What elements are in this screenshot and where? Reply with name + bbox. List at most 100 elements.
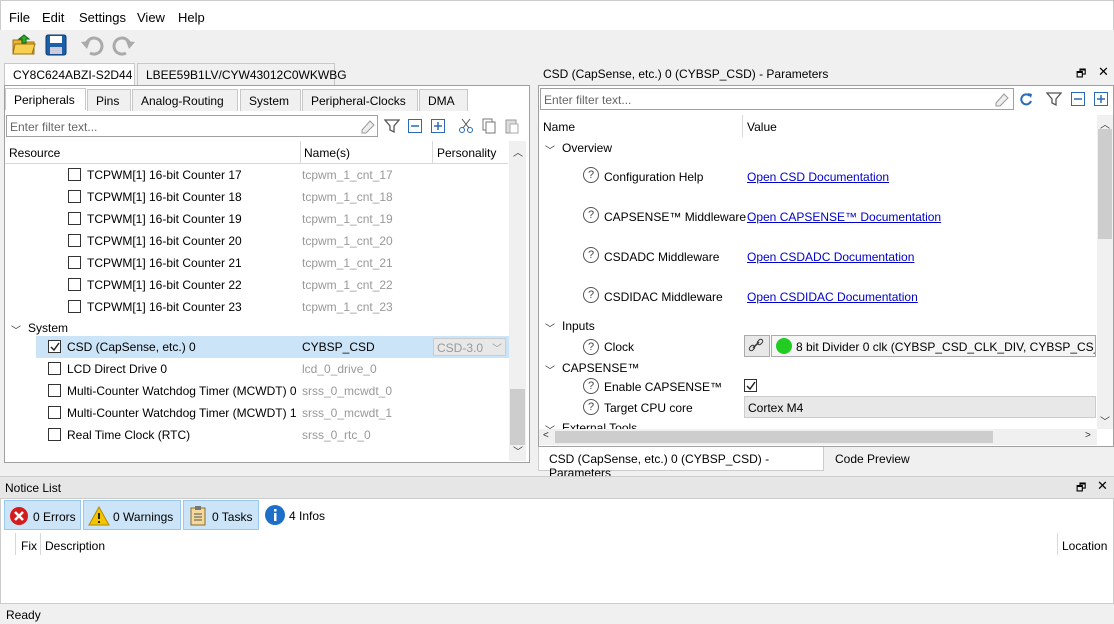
table-row[interactable]: Real Time Clock (RTC) srss_0_rtc_0 — [36, 424, 509, 446]
row-checkbox[interactable] — [68, 168, 81, 181]
table-row[interactable]: TCPWM[1] 16-bit Counter 19 tcpwm_1_cnt_1… — [5, 208, 505, 230]
row-checkbox[interactable] — [68, 234, 81, 247]
tab-pins[interactable]: Pins — [87, 89, 131, 111]
header-description[interactable]: Description — [45, 539, 105, 553]
menu-edit[interactable]: Edit — [42, 10, 64, 25]
clear-filter-icon[interactable] — [360, 118, 376, 134]
header-names[interactable]: Name(s) — [304, 146, 350, 160]
documentation-link[interactable]: Open CSD Documentation — [747, 170, 889, 184]
tab-dma[interactable]: DMA — [419, 89, 468, 111]
right-scroll-thumb[interactable] — [1098, 129, 1112, 239]
collapse-all-icon[interactable] — [1070, 91, 1086, 107]
header-fix[interactable]: Fix — [21, 539, 37, 553]
clock-select[interactable]: 8 bit Divider 0 clk (CYBSP_CSD_CLK_DIV, … — [771, 335, 1096, 357]
header-value[interactable]: Value — [747, 120, 777, 134]
row-checkbox[interactable] — [48, 340, 61, 353]
tab-device-main[interactable]: CY8C624ABZI-S2D44 — [4, 63, 135, 85]
help-icon[interactable]: ? — [583, 399, 599, 415]
help-icon[interactable]: ? — [583, 378, 599, 394]
header-resource[interactable]: Resource — [9, 146, 60, 160]
help-icon[interactable]: ? — [583, 207, 599, 223]
right-hscroll-thumb[interactable] — [555, 431, 993, 443]
undo-icon[interactable] — [78, 32, 106, 58]
row-checkbox[interactable] — [68, 190, 81, 203]
collapse-inputs-icon[interactable]: ﹀ — [545, 320, 555, 335]
right-filter-input[interactable]: Enter filter text... — [540, 88, 1014, 110]
warnings-filter-button[interactable]: 0 Warnings — [83, 500, 181, 530]
tab-code-preview[interactable]: Code Preview — [826, 449, 919, 469]
expand-all-icon[interactable] — [430, 118, 446, 134]
menu-help[interactable]: Help — [178, 10, 205, 25]
left-scroll-thumb[interactable] — [510, 389, 525, 445]
table-row[interactable]: Multi-Counter Watchdog Timer (MCWDT) 0 s… — [36, 380, 509, 402]
errors-filter-button[interactable]: 0 Errors — [4, 500, 81, 530]
save-icon[interactable] — [42, 32, 70, 58]
close-icon[interactable]: ✕ — [1097, 478, 1108, 494]
table-row[interactable]: TCPWM[1] 16-bit Counter 22 tcpwm_1_cnt_2… — [5, 274, 505, 296]
filter-icon[interactable] — [1045, 91, 1063, 107]
paste-icon[interactable] — [504, 118, 520, 134]
tab-parameters[interactable]: CSD (CapSense, etc.) 0 (CYBSP_CSD) - Par… — [538, 447, 824, 480]
filter-icon[interactable] — [383, 118, 401, 134]
clear-filter-icon[interactable] — [994, 91, 1010, 107]
row-checkbox[interactable] — [48, 384, 61, 397]
documentation-link[interactable]: Open CSDIDAC Documentation — [747, 290, 918, 304]
row-checkbox[interactable] — [68, 256, 81, 269]
collapse-system-icon[interactable]: ﹀ — [11, 322, 21, 337]
right-vscrollbar[interactable]: ︿ ﹀ — [1097, 115, 1113, 429]
help-icon[interactable]: ? — [583, 339, 599, 355]
collapse-capsense-icon[interactable]: ﹀ — [545, 362, 555, 377]
documentation-link[interactable]: Open CAPSENSE™ Documentation — [747, 210, 941, 224]
row-checkbox[interactable] — [68, 300, 81, 313]
row-checkbox[interactable] — [68, 278, 81, 291]
help-icon[interactable]: ? — [583, 167, 599, 183]
redo-icon[interactable] — [110, 32, 138, 58]
copy-icon[interactable] — [481, 118, 497, 134]
table-row[interactable]: TCPWM[1] 16-bit Counter 20 tcpwm_1_cnt_2… — [5, 230, 505, 252]
table-row[interactable]: TCPWM[1] 16-bit Counter 23 tcpwm_1_cnt_2… — [5, 296, 505, 318]
open-folder-icon[interactable] — [10, 32, 38, 58]
header-name[interactable]: Name — [543, 120, 575, 134]
row-checkbox[interactable] — [48, 428, 61, 441]
menu-file[interactable]: File — [9, 10, 30, 25]
tab-analog-routing[interactable]: Analog-Routing — [132, 89, 238, 111]
tab-device-wifi[interactable]: LBEE59B1LV/CYW43012C0WKWBG — [137, 63, 347, 85]
row-checkbox[interactable] — [48, 406, 61, 419]
header-location[interactable]: Location — [1062, 539, 1107, 553]
expand-all-icon[interactable] — [1093, 91, 1109, 107]
cut-icon[interactable] — [458, 118, 474, 134]
tab-system[interactable]: System — [240, 89, 301, 111]
table-row[interactable]: Multi-Counter Watchdog Timer (MCWDT) 1 s… — [36, 402, 509, 424]
tasks-filter-button[interactable]: 0 Tasks — [183, 500, 259, 530]
table-row[interactable]: TCPWM[1] 16-bit Counter 21 tcpwm_1_cnt_2… — [5, 252, 505, 274]
table-row[interactable]: TCPWM[1] 16-bit Counter 17 tcpwm_1_cnt_1… — [5, 164, 505, 186]
left-filter-input[interactable]: Enter filter text... — [6, 115, 378, 137]
right-hscrollbar[interactable]: < > — [539, 429, 1097, 445]
expand-overview-icon[interactable]: ﹀ — [545, 142, 555, 157]
help-icon[interactable]: ? — [583, 247, 599, 263]
tab-peripherals[interactable]: Peripherals — [5, 88, 86, 110]
header-personality[interactable]: Personality — [437, 146, 496, 160]
tab-peripheral-clocks[interactable]: Peripheral-Clocks — [302, 89, 418, 111]
restore-icon[interactable]: 🗗 — [1076, 65, 1086, 84]
documentation-link[interactable]: Open CSDADC Documentation — [747, 250, 914, 264]
table-row[interactable]: LCD Direct Drive 0 lcd_0_drive_0 — [36, 358, 509, 380]
refresh-icon[interactable] — [1018, 91, 1034, 107]
row-name: tcpwm_1_cnt_18 — [302, 190, 393, 204]
target-cpu-select[interactable]: Cortex M4 — [744, 396, 1096, 418]
row-checkbox[interactable] — [68, 212, 81, 225]
link-icon[interactable] — [744, 335, 770, 357]
table-row[interactable]: CSD (CapSense, etc.) 0 CYBSP_CSD CSD-3.0… — [36, 336, 509, 358]
close-icon[interactable]: ✕ — [1098, 64, 1109, 80]
menu-view[interactable]: View — [137, 10, 165, 25]
row-checkbox[interactable] — [48, 362, 61, 375]
menu-settings[interactable]: Settings — [79, 10, 126, 25]
restore-icon[interactable]: 🗗 — [1076, 479, 1086, 498]
enable-capsense-checkbox[interactable] — [744, 379, 757, 392]
collapse-all-icon[interactable] — [407, 118, 423, 134]
table-row[interactable]: TCPWM[1] 16-bit Counter 18 tcpwm_1_cnt_1… — [5, 186, 505, 208]
help-icon[interactable]: ? — [583, 287, 599, 303]
left-scrollbar[interactable]: ︿ ﹀ — [509, 141, 526, 461]
infos-filter-button[interactable]: 4 Infos — [261, 500, 331, 530]
personality-select[interactable]: CSD-3.0 ﹀ — [433, 338, 506, 356]
